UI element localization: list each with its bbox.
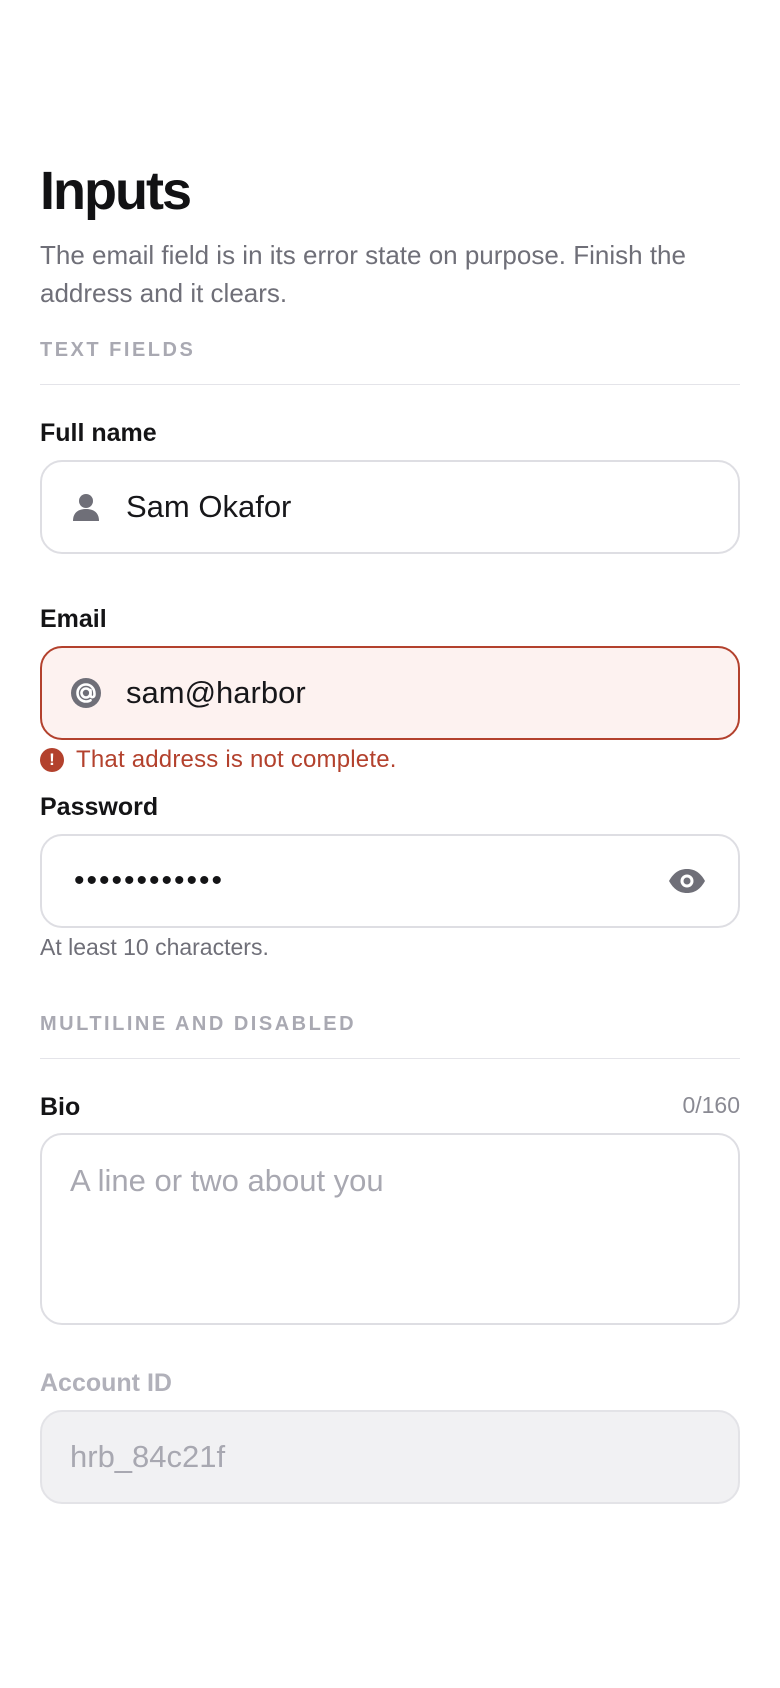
password-hint: At least 10 characters. [40,934,269,960]
section-divider [40,1058,740,1059]
account-id-field: hrb_84c21f [40,1410,740,1504]
eye-icon[interactable] [668,868,706,894]
password-value: •••••••••••• [74,864,225,897]
section-divider [40,384,740,385]
email-error-text: That address is not complete. [76,746,397,773]
bio-char-counter: 0/160 [682,1092,740,1118]
section-label-multiline: MULTILINE AND DISABLED [40,1013,357,1035]
account-id-label: Account ID [40,1369,172,1397]
page-subtitle: The email field is in its error state on… [40,240,686,308]
email-field[interactable]: sam@harbor [40,646,740,740]
account-id-value: hrb_84c21f [70,1439,226,1474]
full-name-field[interactable]: Sam Okafor [40,460,740,554]
person-icon [73,494,99,521]
bio-placeholder: A line or two about you [70,1163,384,1198]
at-icon [71,678,101,708]
page-title: Inputs [40,161,192,221]
full-name-value: Sam Okafor [126,489,292,524]
section-label-text-fields: TEXT FIELDS [40,339,196,361]
password-label: Password [40,793,159,821]
email-error: ! That address is not complete. [40,746,397,774]
email-value: sam@harbor [126,675,306,710]
bio-textarea[interactable]: A line or two about you [40,1133,740,1325]
password-field[interactable]: •••••••••••• [40,834,740,928]
email-label: Email [40,605,107,633]
alert-icon: ! [40,748,64,772]
full-name-label: Full name [40,419,157,447]
bio-label: Bio [40,1093,81,1121]
